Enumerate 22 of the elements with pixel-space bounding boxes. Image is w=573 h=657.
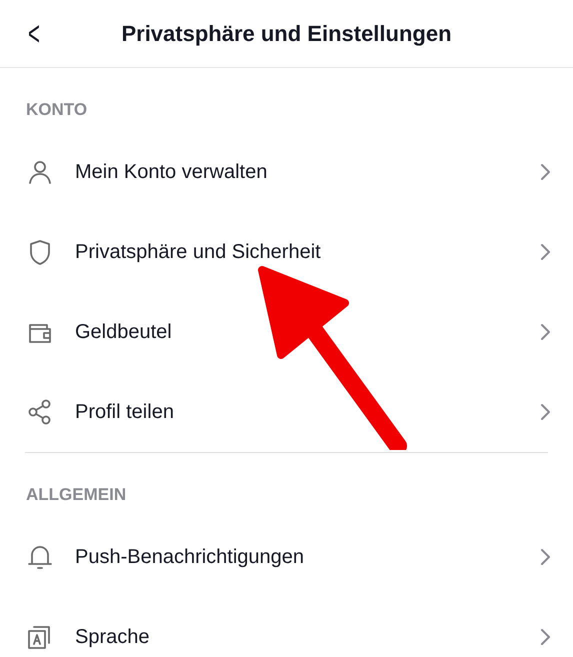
item-label: Profil teilen — [75, 400, 175, 425]
item-label: Push-Benachrichtigungen — [75, 545, 306, 570]
page-title: Privatsphäre und Einstellungen — [121, 20, 452, 48]
item-label: Geldbeutel — [75, 320, 173, 345]
settings-item[interactable]: Push-Benachrichtigungen — [0, 517, 573, 597]
chevron-icon — [539, 323, 551, 341]
settings-item[interactable]: Profil teilen — [0, 372, 573, 452]
chevron-icon — [539, 628, 551, 646]
settings-item[interactable]: Mein Konto verwalten — [0, 132, 573, 212]
settings-item[interactable]: Geldbeutel — [0, 292, 573, 372]
chevron-icon — [539, 548, 551, 566]
settings-item[interactable]: Sprache — [0, 597, 573, 657]
back-button[interactable]: < — [28, 16, 40, 50]
chevron-icon — [539, 403, 551, 421]
item-label: Mein Konto verwalten — [75, 160, 268, 185]
chevron-icon — [539, 243, 551, 261]
item-label: Sprache — [75, 625, 150, 650]
item-label: Privatsphäre und Sicherheit — [75, 240, 322, 265]
section-heading: ALLGEMEIN — [25, 484, 128, 506]
chevron-icon — [539, 163, 551, 181]
settings-item[interactable]: Privatsphäre und Sicherheit — [0, 212, 573, 292]
section-heading: KONTO — [25, 99, 88, 121]
